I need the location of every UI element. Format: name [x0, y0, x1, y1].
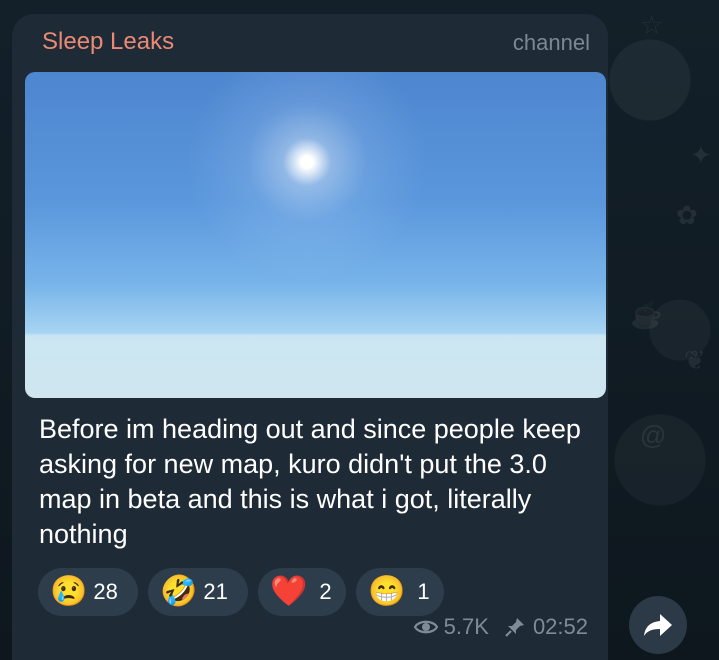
reaction-grin[interactable]: 😁 1	[356, 568, 444, 616]
strawberry-doodle-icon: ❦	[684, 345, 706, 375]
grin-emoji-icon: 😁	[368, 575, 406, 608]
reaction-heart[interactable]: ❤️ 2	[258, 568, 346, 616]
channel-name[interactable]: Sleep Leaks	[42, 28, 174, 56]
post-time: 02:52	[532, 614, 588, 639]
swirl-doodle-icon: @	[640, 420, 667, 450]
pin-icon	[505, 618, 524, 637]
post-image[interactable]	[25, 72, 606, 398]
reaction-count: 1	[417, 579, 430, 604]
share-button[interactable]	[629, 596, 687, 654]
cup-doodle-icon: ☕	[630, 300, 663, 330]
reaction-rofl[interactable]: 🤣 21	[148, 568, 248, 616]
paw-doodle-icon: ✿	[676, 200, 698, 230]
reaction-count: 2	[319, 579, 332, 604]
sparkle-doodle-icon: ✦	[690, 140, 712, 170]
heart-emoji-icon: ❤️	[270, 575, 308, 608]
post-caption: Before im heading out and since people k…	[39, 414, 581, 549]
share-arrow-icon	[644, 614, 672, 636]
rofl-emoji-icon: 🤣	[160, 575, 198, 608]
post-meta: 5.7K 02:52	[413, 614, 588, 640]
crying-emoji-icon: 😢	[50, 575, 88, 608]
channel-post-bubble: Sleep Leaks channel Before im heading ou…	[12, 14, 608, 660]
eye-icon	[413, 620, 438, 634]
channel-tag: channel	[512, 30, 590, 55]
star-doodle-icon: ☆	[640, 10, 664, 40]
views-count: 5.7K	[443, 614, 489, 639]
reaction-count: 21	[203, 579, 228, 604]
reaction-crying[interactable]: 😢 28	[38, 568, 138, 616]
reaction-count: 28	[93, 579, 118, 604]
